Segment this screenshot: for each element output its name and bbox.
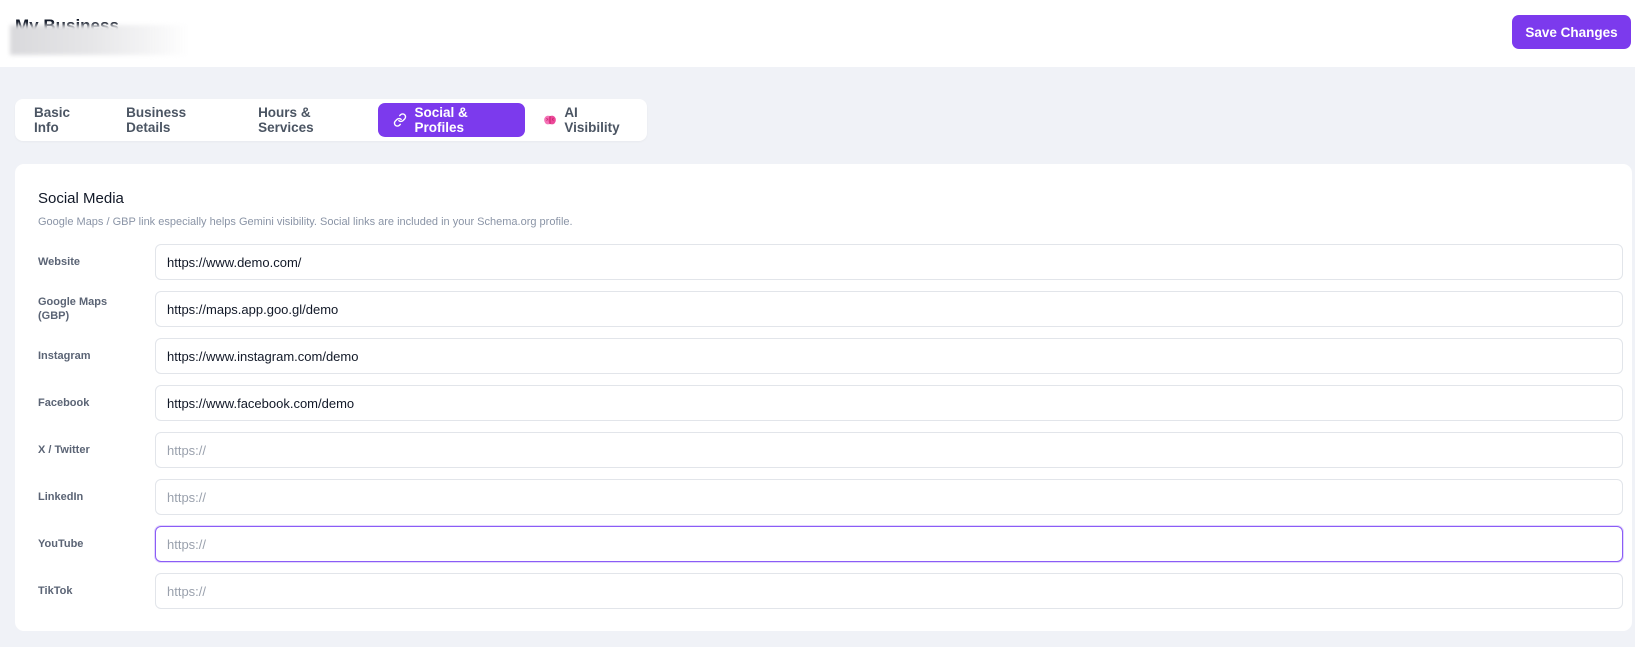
tab-hours-services[interactable]: Hours & Services — [243, 103, 375, 137]
blurred-business-name — [10, 25, 190, 55]
tab-label: Business Details — [126, 105, 187, 135]
tab-label: Basic Info — [34, 105, 71, 135]
field-row-twitter: X / Twitter — [38, 432, 1623, 468]
tiktok-input[interactable] — [155, 573, 1623, 609]
field-row-instagram: Instagram — [38, 338, 1623, 374]
section-subtitle: Google Maps / GBP link especially helps … — [38, 216, 573, 228]
instagram-input[interactable] — [155, 338, 1623, 374]
twitter-label: X / Twitter — [38, 444, 90, 456]
tiktok-label: TikTok — [38, 585, 73, 597]
linkedin-label: LinkedIn — [38, 491, 84, 503]
social-media-card: Social Media Google Maps / GBP link espe… — [15, 164, 1632, 631]
twitter-input[interactable] — [155, 432, 1623, 468]
link-icon — [393, 113, 407, 127]
google-maps-input[interactable] — [155, 291, 1623, 327]
instagram-label: Instagram — [38, 350, 91, 362]
facebook-input[interactable] — [155, 385, 1623, 421]
tab-label: Social & Profiles — [414, 105, 468, 135]
top-bar: My Business Save Changes — [0, 0, 1635, 67]
field-row-tiktok: TikTok — [38, 573, 1623, 609]
field-row-google-maps: Google Maps (GBP) — [38, 291, 1623, 327]
field-row-facebook: Facebook — [38, 385, 1623, 421]
tab-social-profiles[interactable]: Social & Profiles — [378, 103, 526, 137]
tab-basic-info[interactable]: Basic Info — [19, 103, 108, 137]
field-row-youtube: YouTube — [38, 526, 1623, 562]
tab-business-details[interactable]: Business Details — [111, 103, 240, 137]
tab-label: AI Visibility — [564, 105, 620, 135]
section-title: Social Media — [38, 190, 124, 207]
tab-ai-visibility[interactable]: AI Visibility — [528, 103, 644, 137]
facebook-label: Facebook — [38, 397, 90, 409]
brain-icon — [543, 113, 557, 127]
google-maps-label: Google Maps (GBP) — [38, 296, 108, 322]
youtube-label: YouTube — [38, 538, 84, 550]
linkedin-input[interactable] — [155, 479, 1623, 515]
tab-label: Hours & Services — [258, 105, 314, 135]
field-row-website: Website — [38, 244, 1623, 280]
field-row-linkedin: LinkedIn — [38, 479, 1623, 515]
save-changes-button[interactable]: Save Changes — [1512, 15, 1631, 49]
youtube-input[interactable] — [155, 526, 1623, 562]
website-label: Website — [38, 256, 80, 268]
tab-bar: Basic Info Business Details Hours & Serv… — [15, 99, 647, 141]
website-input[interactable] — [155, 244, 1623, 280]
